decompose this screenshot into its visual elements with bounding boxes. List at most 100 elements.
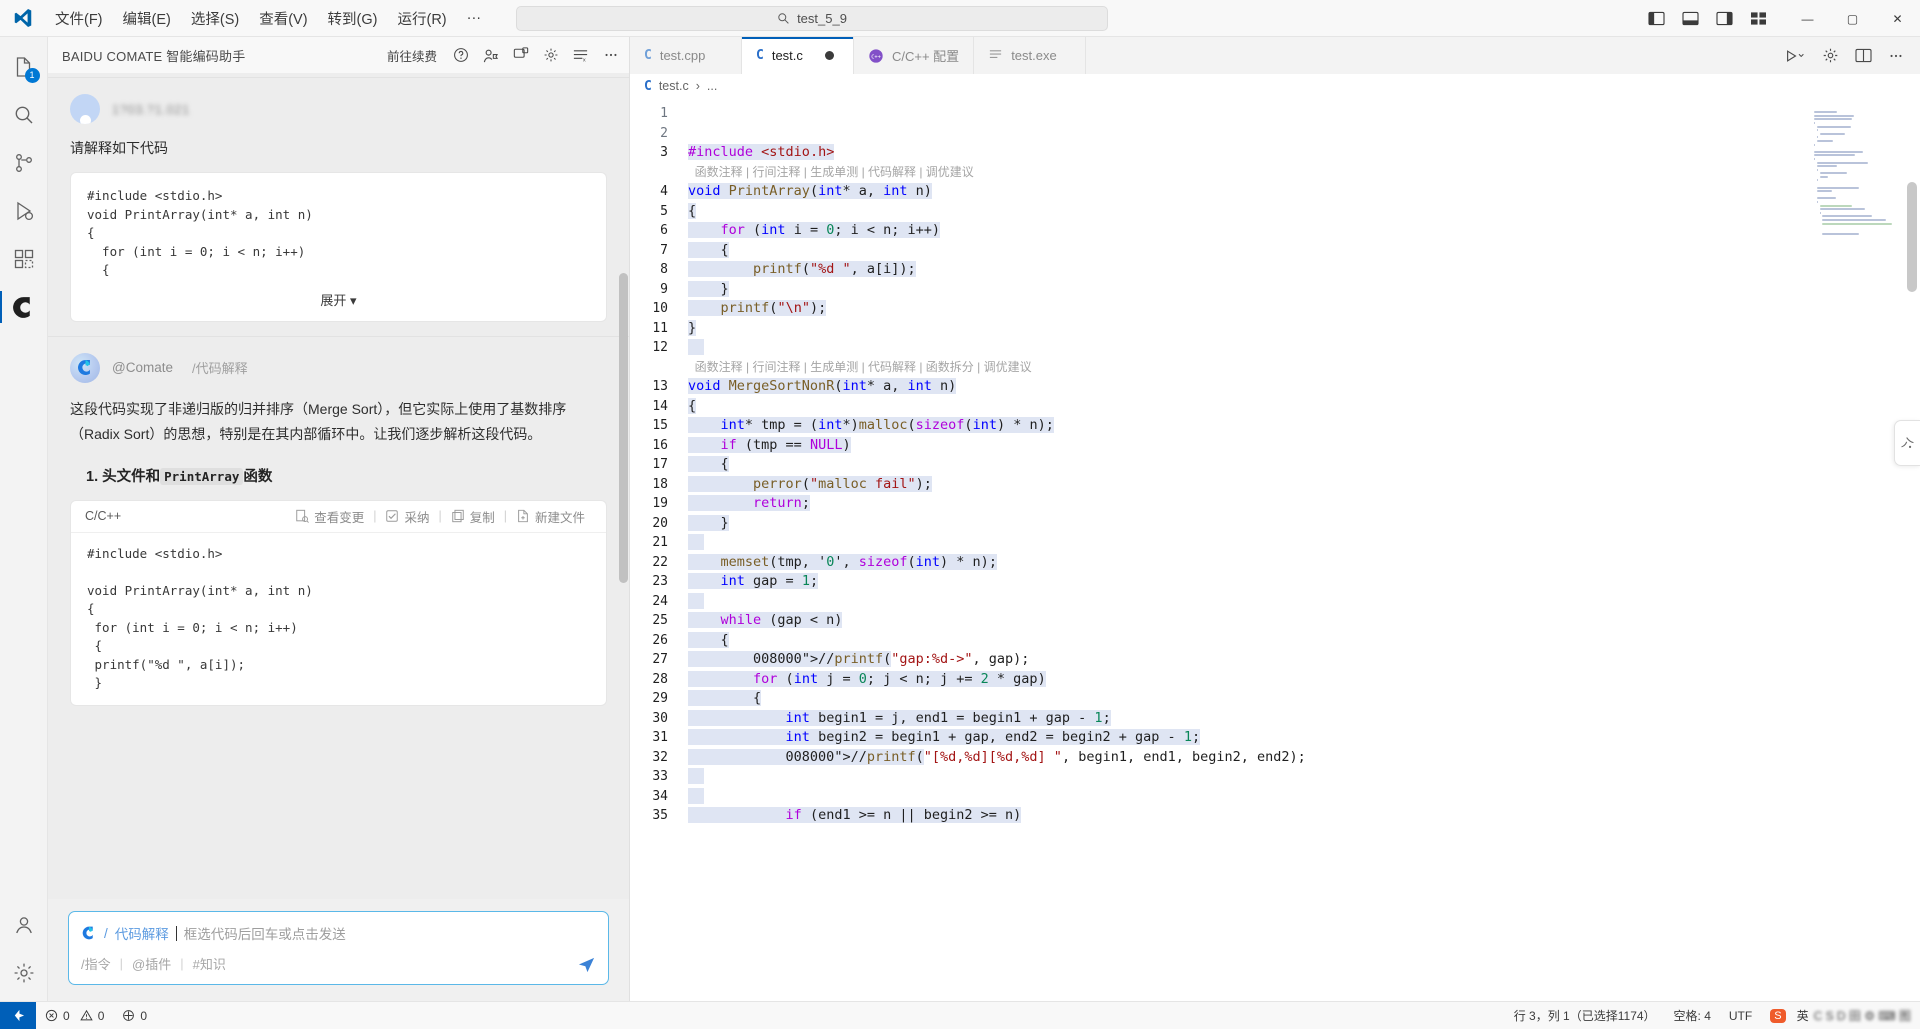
- menu-file[interactable]: 文件(F): [46, 4, 112, 33]
- code-line[interactable]: void MergeSortNonR(int* a, int n): [688, 377, 1920, 397]
- toggle-secondary-sidebar-icon[interactable]: [1716, 11, 1733, 26]
- window-minimize-button[interactable]: —: [1785, 0, 1830, 37]
- chat-scrollbar[interactable]: [619, 273, 628, 583]
- status-indentation[interactable]: 空格: 4: [1665, 1002, 1720, 1029]
- code-line[interactable]: void PrintArray(int* a, int n): [688, 182, 1920, 202]
- hint-plugins[interactable]: @插件: [132, 954, 171, 973]
- code-line[interactable]: #include <stdio.h>: [688, 143, 1920, 163]
- breadcrumb-file[interactable]: test.c: [659, 79, 689, 93]
- sidebar-item-explorer[interactable]: 1: [0, 43, 48, 91]
- expand-code-button[interactable]: 展开 ▾: [71, 284, 606, 321]
- feedback-icon[interactable]: [482, 47, 499, 64]
- code-line[interactable]: [688, 338, 1920, 358]
- code-line[interactable]: [688, 124, 1920, 144]
- floating-action-button[interactable]: [1894, 420, 1920, 466]
- status-encoding[interactable]: UTF: [1720, 1002, 1761, 1029]
- code-line[interactable]: return;: [688, 494, 1920, 514]
- accept-button[interactable]: 采纳: [376, 507, 438, 526]
- code-line[interactable]: [688, 767, 1920, 787]
- code-line[interactable]: perror("malloc fail");: [688, 475, 1920, 495]
- tab-test-cpp[interactable]: C test.cpp: [630, 37, 742, 74]
- menu-view[interactable]: 查看(V): [250, 4, 316, 33]
- more-actions-icon[interactable]: [1888, 48, 1904, 64]
- menu-edit[interactable]: 编辑(E): [114, 4, 180, 33]
- sidebar-item-search[interactable]: [0, 91, 48, 139]
- breadcrumb[interactable]: C test.c › ...: [630, 74, 1920, 98]
- code-line[interactable]: 008000">//printf("gap:%d->", gap);: [688, 650, 1920, 670]
- run-icon[interactable]: [1785, 48, 1806, 64]
- code-line[interactable]: {: [688, 631, 1920, 651]
- breadcrumb-rest[interactable]: ...: [707, 79, 717, 93]
- chat-scroll-area[interactable]: 1?03.?1.021 请解释如下代码 #include <stdio.h> v…: [48, 73, 629, 899]
- renew-link[interactable]: 前往续费: [387, 46, 437, 65]
- view-changes-button[interactable]: 查看变更: [286, 507, 373, 526]
- codelens-actions[interactable]: 函数注释 | 行间注释 | 生成单测 | 代码解释 | 调优建议: [688, 163, 1920, 183]
- settings-gear-icon[interactable]: [542, 47, 559, 64]
- code-line[interactable]: for (int i = 0; i < n; i++): [688, 221, 1920, 241]
- code-line[interactable]: [688, 592, 1920, 612]
- code-line[interactable]: }: [688, 319, 1920, 339]
- window-maximize-button[interactable]: ▢: [1830, 0, 1875, 37]
- new-chat-icon[interactable]: [512, 47, 529, 64]
- code-line[interactable]: }: [688, 514, 1920, 534]
- send-icon[interactable]: [577, 955, 596, 974]
- status-problems[interactable]: 0 0: [36, 1002, 113, 1029]
- sidebar-item-run-and-debug[interactable]: [0, 187, 48, 235]
- codelens-actions[interactable]: 函数注释 | 行间注释 | 生成单测 | 代码解释 | 函数拆分 | 调优建议: [688, 358, 1920, 378]
- split-editor-icon[interactable]: [1855, 48, 1872, 63]
- code-line[interactable]: {: [688, 241, 1920, 261]
- copy-button[interactable]: 复制: [442, 507, 504, 526]
- hint-knowledge[interactable]: #知识: [193, 954, 226, 973]
- code-line[interactable]: {: [688, 455, 1920, 475]
- ime-indicator[interactable]: S 英 C S D 田 ⚙ ⌨ 图: [1761, 1002, 1920, 1029]
- code-line[interactable]: int begin2 = begin1 + gap, end2 = begin2…: [688, 728, 1920, 748]
- code-line[interactable]: int* tmp = (int*)malloc(sizeof(int) * n)…: [688, 416, 1920, 436]
- chat-input-box[interactable]: / 代码解释 框选代码后回车或点击发送 /指令 | @插件 | #知识: [68, 911, 609, 985]
- code-lines[interactable]: #include <stdio.h> 函数注释 | 行间注释 | 生成单测 | …: [688, 98, 1920, 1001]
- sidebar-item-source-control[interactable]: [0, 139, 48, 187]
- code-line[interactable]: int begin1 = j, end1 = begin1 + gap - 1;: [688, 709, 1920, 729]
- toggle-primary-sidebar-icon[interactable]: [1648, 11, 1665, 26]
- code-line[interactable]: if (tmp == NULL): [688, 436, 1920, 456]
- code-editor[interactable]: 123.456789101112.13141516171819202122232…: [630, 98, 1920, 1001]
- new-file-button[interactable]: 新建文件: [507, 507, 594, 526]
- menu-selection[interactable]: 选择(S): [182, 4, 248, 33]
- status-cursor-position[interactable]: 行 3，列 1（已选择1174）: [1505, 1002, 1665, 1029]
- window-close-button[interactable]: ✕: [1875, 0, 1920, 37]
- tab-test-exe[interactable]: test.exe: [974, 37, 1087, 74]
- code-line[interactable]: for (int j = 0; j < n; j += 2 * gap): [688, 670, 1920, 690]
- code-line[interactable]: int gap = 1;: [688, 572, 1920, 592]
- code-line[interactable]: printf("%d ", a[i]);: [688, 260, 1920, 280]
- menu-run[interactable]: 运行(R): [388, 4, 455, 33]
- code-line[interactable]: [688, 787, 1920, 807]
- code-line[interactable]: [688, 533, 1920, 553]
- menu-go[interactable]: 转到(G): [319, 4, 387, 33]
- code-line[interactable]: while (gap < n): [688, 611, 1920, 631]
- editor-scrollbar[interactable]: [1907, 182, 1917, 292]
- customize-layout-icon[interactable]: [1750, 11, 1767, 26]
- sidebar-item-extensions[interactable]: [0, 235, 48, 283]
- menu-more[interactable]: ···: [458, 6, 491, 30]
- history-icon[interactable]: x: [572, 47, 589, 64]
- code-line[interactable]: {: [688, 202, 1920, 222]
- sidebar-item-comate[interactable]: [0, 283, 48, 331]
- hint-commands[interactable]: /指令: [81, 954, 111, 973]
- code-line[interactable]: memset(tmp, '0', sizeof(int) * n);: [688, 553, 1920, 573]
- minimap[interactable]: [1814, 104, 1906, 237]
- tab-dirty-indicator[interactable]: [824, 51, 834, 60]
- code-line[interactable]: }: [688, 280, 1920, 300]
- code-line[interactable]: {: [688, 397, 1920, 417]
- tab-test-c[interactable]: C test.c: [742, 37, 854, 74]
- settings-gear-icon[interactable]: [1822, 47, 1839, 64]
- code-line[interactable]: printf("\n");: [688, 299, 1920, 319]
- code-line[interactable]: [688, 104, 1920, 124]
- status-ports[interactable]: 0: [113, 1002, 156, 1029]
- tab-cpp-config[interactable]: C++ C/C++ 配置: [854, 37, 975, 74]
- manage-settings-button[interactable]: [0, 949, 48, 997]
- remote-window-icon[interactable]: [0, 1001, 36, 1029]
- code-line[interactable]: 008000">//printf("[%d,%d][%d,%d] ", begi…: [688, 748, 1920, 768]
- command-center-search[interactable]: test_5_9: [516, 5, 1108, 31]
- toggle-panel-icon[interactable]: [1682, 11, 1699, 26]
- code-line[interactable]: if (end1 >= n || begin2 >= n): [688, 806, 1920, 826]
- accounts-button[interactable]: [0, 901, 48, 949]
